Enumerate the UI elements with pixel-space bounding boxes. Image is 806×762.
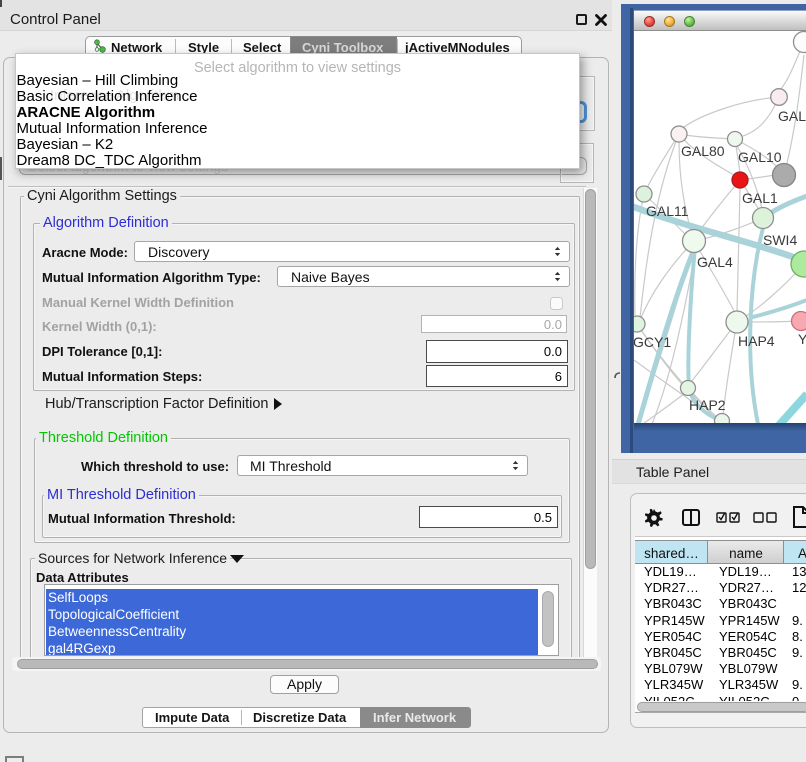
svg-text:GAL4: GAL4: [697, 254, 733, 270]
svg-text:YMR0: YMR0: [798, 331, 806, 347]
svg-text:HAP4: HAP4: [738, 333, 775, 349]
svg-text:HAP2: HAP2: [689, 397, 726, 413]
svg-text:GAL1: GAL1: [742, 190, 778, 206]
svg-text:GAL11: GAL11: [646, 203, 689, 219]
svg-text:GAL10: GAL10: [738, 149, 782, 165]
svg-text:SWI4: SWI4: [763, 232, 797, 248]
svg-text:GAL80: GAL80: [681, 143, 725, 159]
svg-text:GAL7: GAL7: [778, 108, 806, 124]
svg-text:GCY1: GCY1: [634, 334, 671, 350]
